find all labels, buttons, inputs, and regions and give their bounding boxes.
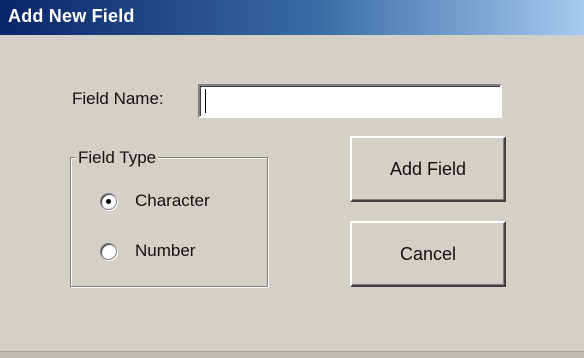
radio-option-number[interactable]: Number (100, 241, 195, 261)
text-caret (205, 89, 206, 113)
radio-button-number[interactable] (100, 242, 117, 260)
cancel-button[interactable]: Cancel (350, 221, 506, 287)
field-type-legend: Field Type (76, 148, 159, 168)
radio-selected-dot (106, 198, 111, 204)
add-field-button[interactable]: Add Field (350, 136, 506, 202)
radio-label-character: Character (135, 191, 210, 210)
field-name-input[interactable] (198, 84, 502, 118)
radio-button-character[interactable] (100, 192, 117, 210)
dialog-title: Add New Field (8, 6, 135, 26)
radio-option-character[interactable]: Character (100, 191, 210, 211)
add-new-field-dialog: Add New Field Field Name: Field Type Cha… (0, 0, 584, 358)
field-name-label: Field Name: (72, 89, 164, 108)
title-bar[interactable]: Add New Field (0, 0, 584, 35)
radio-label-number: Number (135, 241, 196, 260)
field-type-group (70, 157, 268, 287)
